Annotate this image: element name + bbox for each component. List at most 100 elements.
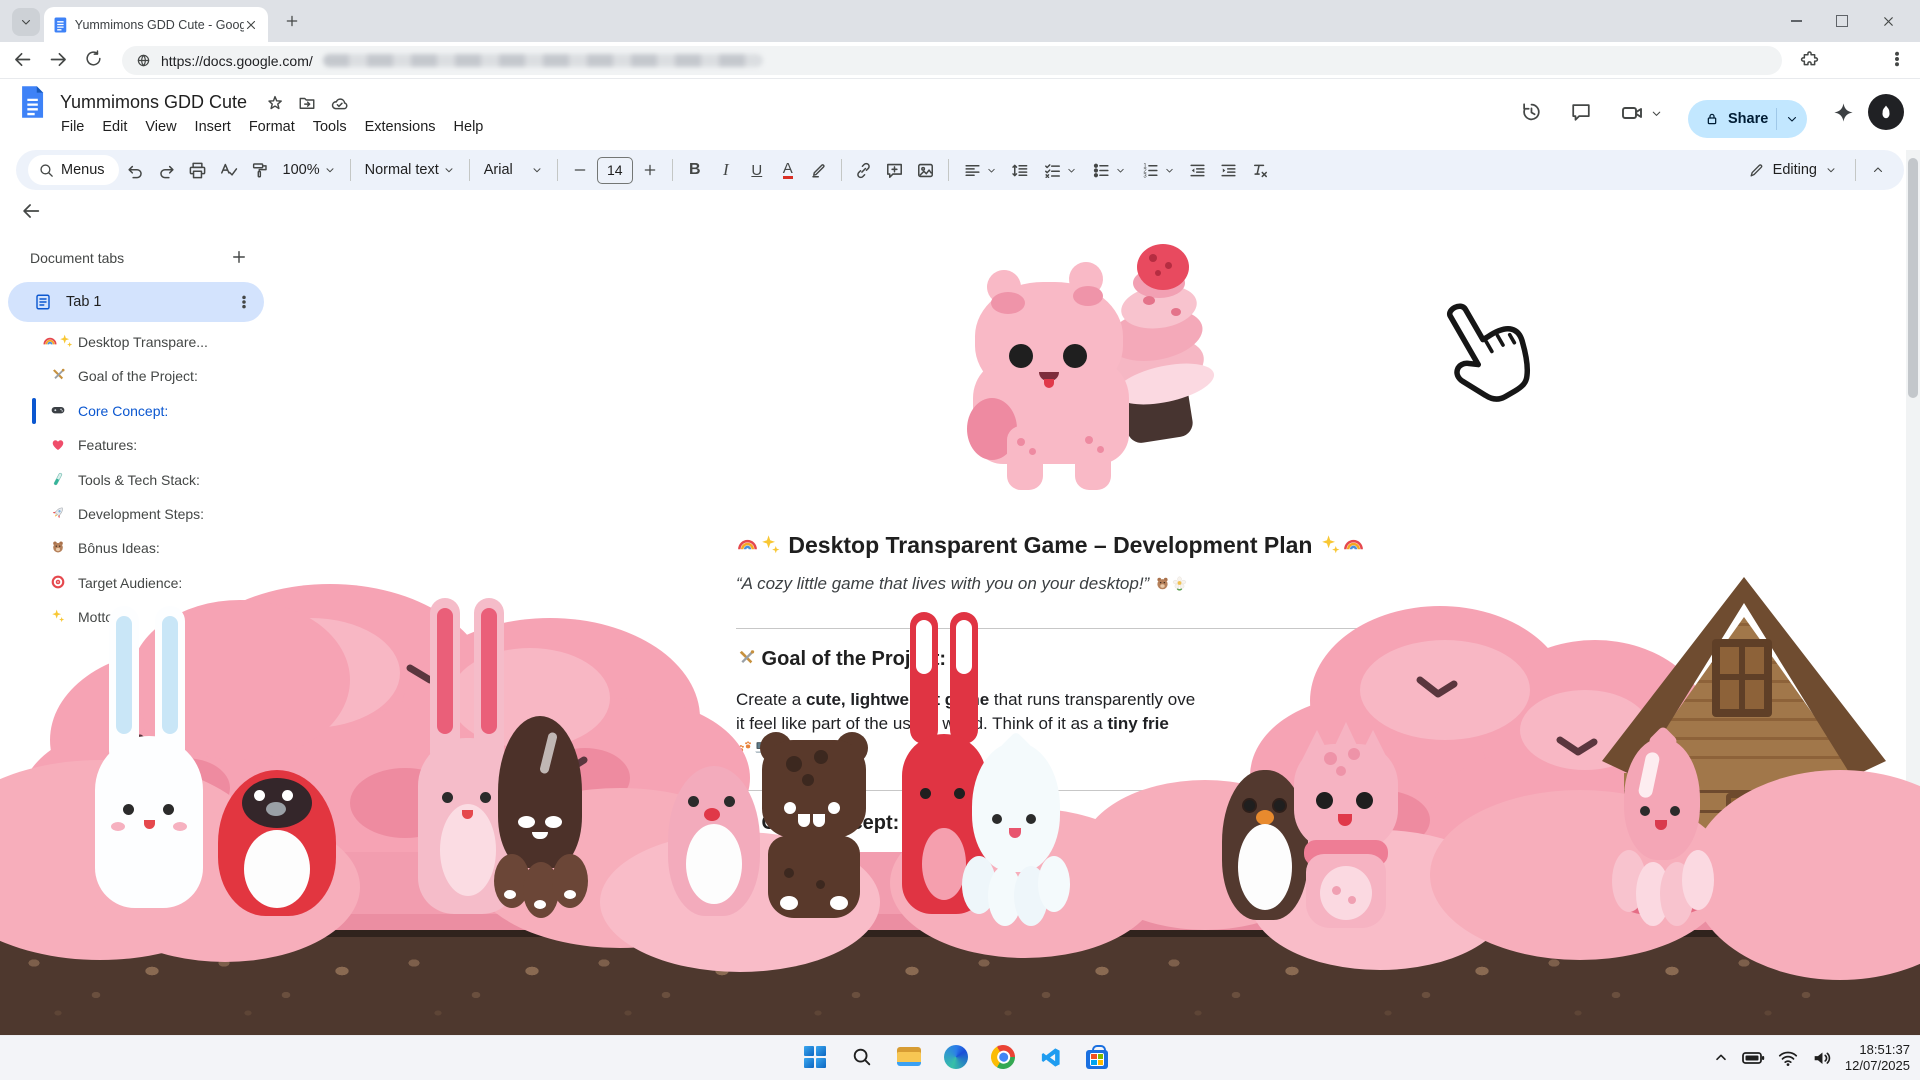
outline-item-features[interactable]: Features: bbox=[48, 429, 273, 461]
clear-formatting-button[interactable] bbox=[1246, 156, 1274, 184]
menu-extensions[interactable]: Extensions bbox=[356, 116, 445, 138]
new-tab-button[interactable] bbox=[284, 13, 300, 34]
redo-button[interactable] bbox=[153, 156, 181, 184]
menu-view[interactable]: View bbox=[136, 116, 185, 138]
insert-image-button[interactable] bbox=[912, 156, 940, 184]
checklist-select[interactable] bbox=[1037, 161, 1083, 180]
meet-call-icon[interactable] bbox=[1620, 101, 1644, 125]
start-button[interactable] bbox=[796, 1038, 834, 1076]
menu-file[interactable]: File bbox=[52, 116, 93, 138]
increase-indent-button[interactable] bbox=[1215, 156, 1243, 184]
creature-bird-pink[interactable] bbox=[668, 766, 760, 916]
font-select[interactable]: Arial bbox=[478, 162, 549, 178]
taskbar-search-button[interactable] bbox=[843, 1038, 881, 1076]
menu-format[interactable]: Format bbox=[240, 116, 304, 138]
scrollbar-thumb[interactable] bbox=[1908, 158, 1918, 398]
taskbar-clock[interactable]: 18:51:37 12/07/2025 bbox=[1845, 1042, 1910, 1074]
line-spacing-button[interactable] bbox=[1006, 156, 1034, 184]
extensions-puzzle-icon[interactable] bbox=[1800, 50, 1819, 69]
chrome-button[interactable] bbox=[984, 1038, 1022, 1076]
sidebar-back-icon[interactable] bbox=[20, 200, 42, 222]
browser-tab[interactable]: Yummimons GDD Cute - Goog bbox=[44, 7, 268, 42]
font-size-field[interactable]: 14 bbox=[597, 157, 633, 184]
creature-bunny-white[interactable] bbox=[95, 606, 203, 906]
edge-button[interactable] bbox=[937, 1038, 975, 1076]
share-chevron-icon[interactable] bbox=[1785, 112, 1799, 126]
move-folder-icon[interactable] bbox=[298, 94, 316, 112]
site-info-icon[interactable] bbox=[136, 53, 151, 68]
outline-item-target-audience[interactable]: Target Audience: bbox=[48, 567, 273, 599]
menu-tools[interactable]: Tools bbox=[304, 116, 356, 138]
wifi-icon[interactable] bbox=[1777, 1047, 1799, 1069]
print-button[interactable] bbox=[184, 156, 212, 184]
add-comment-button[interactable] bbox=[881, 156, 909, 184]
paint-format-button[interactable] bbox=[246, 156, 274, 184]
window-minimize-button[interactable] bbox=[1781, 12, 1811, 30]
bold-button[interactable]: B bbox=[681, 156, 709, 184]
menus-search-button[interactable]: Menus bbox=[28, 155, 119, 185]
vscode-button[interactable] bbox=[1031, 1038, 1069, 1076]
cat-cupcake-image[interactable] bbox=[965, 248, 1215, 493]
italic-button[interactable]: I bbox=[712, 156, 740, 184]
forward-icon[interactable] bbox=[48, 49, 69, 70]
outline-item-core-concept[interactable]: Core Concept: bbox=[48, 395, 273, 427]
tab-search-button[interactable] bbox=[12, 8, 40, 36]
insert-link-button[interactable] bbox=[850, 156, 878, 184]
hide-menus-button[interactable] bbox=[1864, 156, 1892, 184]
font-size-increase-button[interactable] bbox=[636, 156, 664, 184]
file-explorer-button[interactable] bbox=[890, 1038, 928, 1076]
volume-icon[interactable] bbox=[1811, 1047, 1833, 1069]
back-icon[interactable] bbox=[12, 49, 33, 70]
outline-item-development-steps[interactable]: Development Steps: bbox=[48, 498, 273, 530]
align-select[interactable] bbox=[957, 161, 1003, 180]
creature-octopus-pink[interactable] bbox=[1612, 738, 1712, 926]
spellcheck-button[interactable] bbox=[215, 156, 243, 184]
document-title-field[interactable]: Yummimons GDD Cute bbox=[60, 92, 247, 113]
window-maximize-button[interactable] bbox=[1827, 12, 1857, 30]
highlight-button[interactable] bbox=[805, 156, 833, 184]
paragraph-style-select[interactable]: Normal text bbox=[359, 162, 461, 178]
window-close-button[interactable] bbox=[1873, 12, 1903, 30]
outline-item-tools-tech-stack[interactable]: Tools & Tech Stack: bbox=[48, 464, 273, 496]
creature-bird-red[interactable] bbox=[218, 770, 336, 916]
creature-mushroom-choco[interactable] bbox=[490, 716, 590, 918]
tray-chevron-icon[interactable] bbox=[1713, 1050, 1729, 1066]
decrease-indent-button[interactable] bbox=[1184, 156, 1212, 184]
reload-icon[interactable] bbox=[84, 49, 103, 68]
url-field[interactable]: https://docs.google.com/ bbox=[122, 46, 1782, 75]
battery-icon[interactable] bbox=[1741, 1046, 1765, 1070]
editing-mode-select[interactable]: Editing bbox=[1738, 162, 1847, 179]
creature-bear-choco[interactable] bbox=[760, 740, 868, 918]
sidebar-tab-1[interactable]: Tab 1 bbox=[8, 282, 264, 322]
tab-options-icon[interactable] bbox=[236, 294, 252, 310]
star-icon[interactable] bbox=[266, 94, 284, 112]
font-size-decrease-button[interactable] bbox=[566, 156, 594, 184]
undo-button[interactable] bbox=[122, 156, 150, 184]
creature-cat-pink[interactable] bbox=[1290, 736, 1402, 928]
creature-ghost-white[interactable] bbox=[962, 742, 1070, 922]
tab-title: Yummimons GDD Cute - Goog bbox=[75, 18, 244, 32]
comments-icon[interactable] bbox=[1570, 101, 1592, 123]
gemini-sparkle-icon[interactable] bbox=[1832, 101, 1855, 124]
menu-insert[interactable]: Insert bbox=[186, 116, 240, 138]
bullet-list-select[interactable] bbox=[1086, 161, 1132, 180]
tab-close-icon[interactable] bbox=[244, 18, 258, 32]
share-button[interactable]: Share bbox=[1688, 100, 1807, 138]
browser-menu-icon[interactable] bbox=[1888, 50, 1906, 68]
zoom-select[interactable]: 100% bbox=[277, 162, 342, 178]
numbered-list-select[interactable]: 123 bbox=[1135, 161, 1181, 180]
outline-item-b-nus-ideas[interactable]: Bônus Ideas: bbox=[48, 532, 273, 564]
text-color-button[interactable]: A bbox=[774, 156, 802, 184]
menu-edit[interactable]: Edit bbox=[93, 116, 136, 138]
underline-button[interactable]: U bbox=[743, 156, 771, 184]
docs-logo[interactable] bbox=[20, 85, 45, 119]
version-history-icon[interactable] bbox=[1520, 101, 1542, 123]
menu-help[interactable]: Help bbox=[445, 116, 493, 138]
account-avatar[interactable] bbox=[1868, 94, 1904, 130]
meet-chevron-icon[interactable] bbox=[1650, 107, 1663, 120]
outline-item-goal-of-the-project[interactable]: Goal of the Project: bbox=[48, 360, 273, 392]
add-tab-icon[interactable] bbox=[230, 248, 248, 266]
store-button[interactable] bbox=[1078, 1038, 1116, 1076]
scrollbar[interactable] bbox=[1906, 150, 1920, 1036]
outline-item-desktop-transpare[interactable]: Desktop Transpare... bbox=[48, 326, 273, 358]
